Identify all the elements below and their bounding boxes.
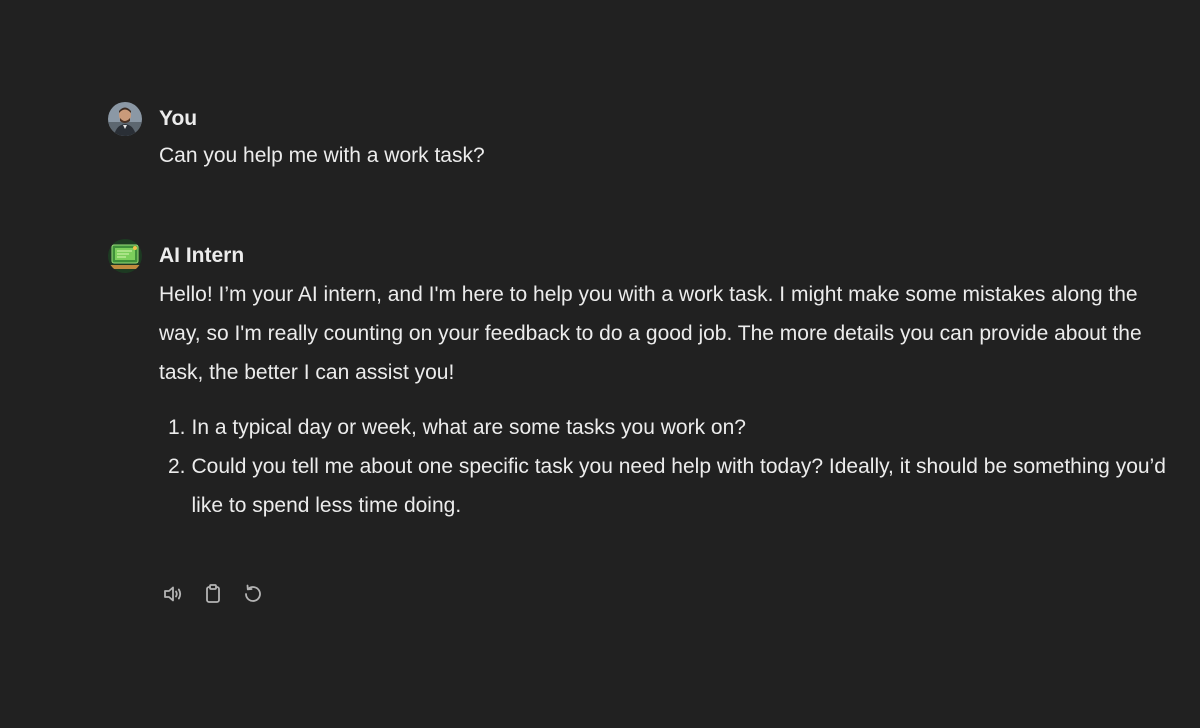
read-aloud-button[interactable] bbox=[159, 580, 187, 608]
assistant-message: AI Intern Hello! I’m your AI intern, and… bbox=[108, 237, 1168, 525]
list-item-number: 2. bbox=[168, 455, 186, 478]
speaker-icon bbox=[164, 586, 182, 602]
list-item-text: In a typical day or week, what are some … bbox=[191, 416, 746, 439]
user-message: You Can you help me with a work task? bbox=[108, 100, 1168, 174]
assistant-avatar bbox=[108, 239, 142, 273]
user-photo-avatar-icon bbox=[108, 102, 142, 136]
user-author-name: You bbox=[159, 107, 198, 130]
message-actions-bar bbox=[159, 580, 267, 608]
assistant-question-list: 1. In a typical day or week, what are so… bbox=[159, 408, 1168, 525]
list-item-number: 1. bbox=[168, 416, 186, 439]
list-item-text: Could you tell me about one specific tas… bbox=[191, 455, 1166, 517]
clipboard-icon bbox=[206, 584, 220, 603]
list-item: 1. In a typical day or week, what are so… bbox=[168, 408, 1168, 447]
copy-button[interactable] bbox=[199, 580, 227, 608]
list-item: 2. Could you tell me about one specific … bbox=[168, 447, 1168, 525]
assistant-intro-paragraph: Hello! I’m your AI intern, and I'm here … bbox=[159, 283, 1142, 384]
assistant-message-body: Hello! I’m your AI intern, and I'm here … bbox=[159, 275, 1168, 525]
conversation-thread: You Can you help me with a work task? AI… bbox=[108, 100, 1168, 525]
assistant-author-name: AI Intern bbox=[159, 244, 245, 267]
regenerate-button[interactable] bbox=[239, 580, 267, 608]
ai-intern-avatar-icon bbox=[108, 239, 142, 273]
user-message-text: Can you help me with a work task? bbox=[159, 144, 485, 167]
refresh-icon bbox=[245, 584, 261, 602]
user-avatar bbox=[108, 102, 142, 136]
